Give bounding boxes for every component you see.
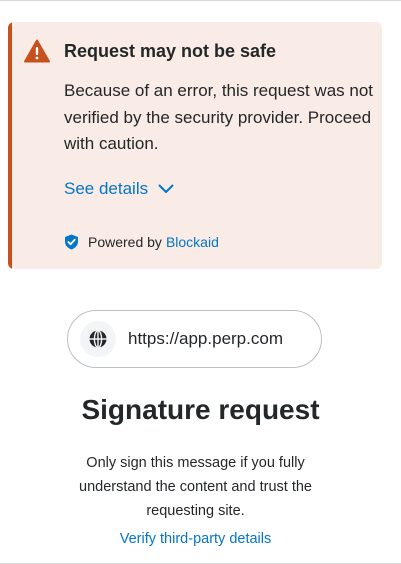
alert-accent-bar xyxy=(8,22,12,269)
origin-pill: https://app.perp.com xyxy=(67,310,322,368)
globe-avatar xyxy=(80,321,116,357)
globe-icon xyxy=(89,329,107,349)
alert-title: Request may not be safe xyxy=(64,41,277,61)
security-alert-banner: Request may not be safe Because of an er… xyxy=(8,22,382,269)
powered-by: Powered by Blockaid xyxy=(64,232,219,252)
warning-icon xyxy=(24,39,50,63)
powered-by-label: Powered by xyxy=(88,234,162,250)
verify-third-party-link[interactable]: Verify third-party details xyxy=(0,528,391,550)
shield-check-icon xyxy=(65,234,78,250)
see-details-label: See details xyxy=(64,179,149,198)
blockaid-link[interactable]: Blockaid xyxy=(166,232,219,252)
top-divider xyxy=(0,0,401,1)
origin-url: https://app.perp.com xyxy=(128,329,283,348)
see-details-toggle[interactable]: See details xyxy=(64,177,174,201)
page-title: Signature request xyxy=(81,394,320,425)
page-subtitle: Only sign this message if you fully unde… xyxy=(79,455,312,519)
alert-message: Because of an error, this request was no… xyxy=(64,81,374,153)
chevron-down-icon xyxy=(158,184,174,193)
